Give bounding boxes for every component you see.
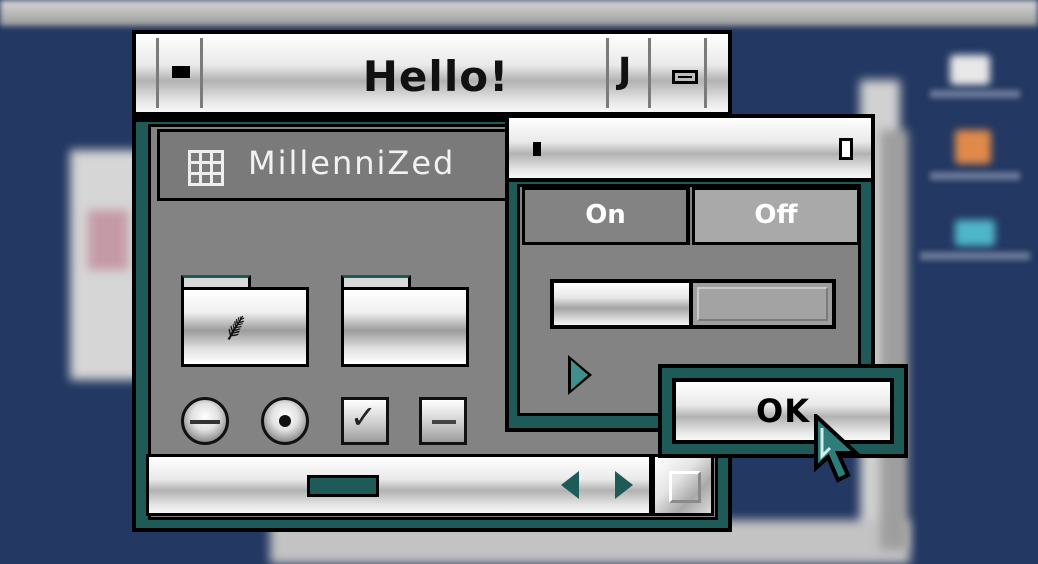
resize-grow-box[interactable] bbox=[652, 454, 714, 516]
checkbox-mixed-mark bbox=[432, 420, 456, 424]
segment-off-button[interactable]: Off bbox=[692, 187, 860, 245]
title-bar-ridge bbox=[156, 38, 159, 108]
desktop-icon-label bbox=[920, 252, 1030, 260]
desktop-icon[interactable] bbox=[955, 130, 991, 164]
header-strip: MillenniZed bbox=[157, 129, 517, 201]
title-bar[interactable]: Hello! J bbox=[132, 30, 732, 118]
scroll-thumb[interactable] bbox=[307, 475, 379, 497]
palette-zoom-box-icon[interactable] bbox=[839, 138, 853, 160]
mascot-glyph-icon: ⸙ bbox=[221, 304, 251, 350]
desktop-icon[interactable] bbox=[950, 55, 990, 85]
progress-track bbox=[697, 287, 828, 321]
checkmark-icon: ✓ bbox=[350, 398, 377, 436]
window-title: Hello! bbox=[362, 52, 510, 101]
checkbox-mixed[interactable] bbox=[419, 397, 467, 445]
empty-folder-icon[interactable] bbox=[341, 275, 469, 367]
folder-body bbox=[341, 287, 469, 367]
radio-mixed-mark bbox=[190, 420, 220, 424]
title-bar-ridge bbox=[200, 38, 203, 108]
header-label: MillenniZed bbox=[248, 144, 456, 182]
background-window bbox=[880, 130, 908, 550]
title-bar-ridge bbox=[606, 38, 609, 108]
horizontal-scrollbar[interactable] bbox=[146, 454, 652, 516]
desktop-icon-label bbox=[930, 172, 1020, 180]
radio-button-selected[interactable] bbox=[261, 397, 309, 445]
progress-fill bbox=[554, 283, 693, 325]
title-bar-ridge bbox=[648, 38, 651, 108]
mouse-pointer-icon bbox=[814, 414, 862, 483]
progress-bar bbox=[550, 279, 836, 329]
palette-close-box-icon[interactable] bbox=[533, 142, 541, 156]
close-box-icon[interactable] bbox=[172, 66, 190, 78]
desktop-icon-label bbox=[930, 90, 1020, 98]
radio-button-mixed[interactable] bbox=[181, 397, 229, 445]
radio-dot bbox=[279, 415, 291, 427]
grid-icon bbox=[188, 150, 224, 186]
app-folder-icon[interactable]: ⸙ bbox=[181, 275, 309, 367]
zoom-box-icon[interactable]: J bbox=[618, 52, 640, 92]
default-button-ring: OK bbox=[658, 364, 908, 458]
disclosure-triangle-icon[interactable] bbox=[568, 355, 592, 395]
title-bar-ridge bbox=[704, 38, 707, 108]
scroll-left-arrow-icon[interactable] bbox=[561, 471, 579, 499]
scroll-right-arrow-icon[interactable] bbox=[615, 471, 633, 499]
checkbox-checked[interactable]: ✓ bbox=[341, 397, 389, 445]
desktop-icon[interactable] bbox=[955, 220, 995, 246]
collapse-box-icon[interactable] bbox=[672, 70, 698, 84]
segment-on-button[interactable]: On bbox=[522, 187, 690, 245]
desktop-menubar bbox=[0, 0, 1038, 26]
palette-title-bar[interactable] bbox=[505, 114, 875, 182]
